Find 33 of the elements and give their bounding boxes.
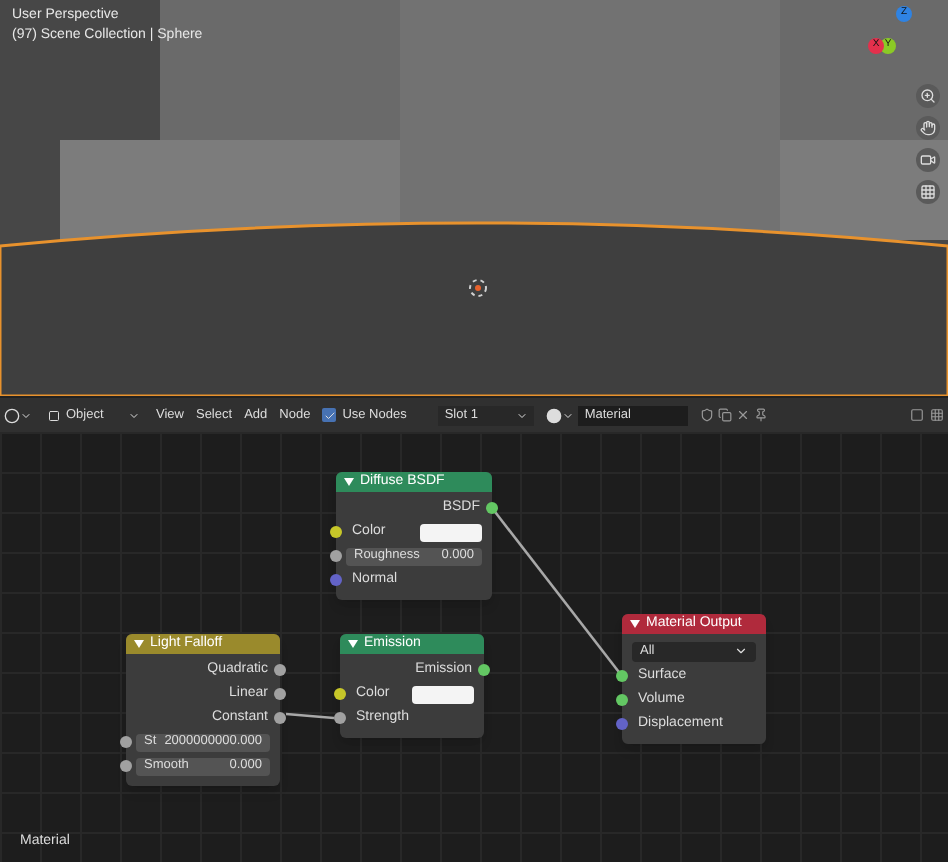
chevron-icon: [128, 409, 140, 421]
shield-icon[interactable]: [700, 408, 715, 422]
editor-type-icon[interactable]: [4, 407, 32, 423]
socket-icon[interactable]: [616, 670, 628, 682]
pin-icon[interactable]: [754, 408, 769, 422]
socket-icon[interactable]: [330, 526, 342, 538]
socket-icon[interactable]: [334, 712, 346, 724]
socket-icon[interactable]: [478, 664, 490, 676]
socket-icon[interactable]: [120, 736, 132, 748]
socket-icon[interactable]: [274, 712, 286, 724]
collapse-icon[interactable]: [134, 640, 144, 648]
close-icon[interactable]: [736, 408, 751, 422]
collapse-icon[interactable]: [344, 478, 354, 486]
color-swatch[interactable]: [420, 523, 482, 541]
color-swatch[interactable]: [412, 685, 474, 703]
socket-icon[interactable]: [334, 688, 346, 700]
node-link: [286, 712, 334, 720]
panel-icon[interactable]: [910, 408, 924, 422]
node-canvas[interactable]: [0, 432, 948, 862]
socket-icon[interactable]: [330, 550, 342, 562]
chevron-icon: [734, 644, 748, 658]
socket-icon[interactable]: [274, 664, 286, 676]
collapse-icon[interactable]: [630, 620, 640, 628]
copy-icon[interactable]: [718, 408, 733, 422]
socket-icon[interactable]: [120, 760, 132, 772]
socket-icon[interactable]: [616, 694, 628, 706]
material-icon[interactable]: [546, 407, 575, 423]
check-icon: [323, 409, 336, 421]
grid-icon[interactable]: [930, 408, 944, 422]
socket-icon[interactable]: [274, 688, 286, 700]
collapse-icon[interactable]: [348, 640, 358, 648]
chevron-icon: [516, 409, 529, 421]
socket-icon[interactable]: [486, 502, 498, 514]
